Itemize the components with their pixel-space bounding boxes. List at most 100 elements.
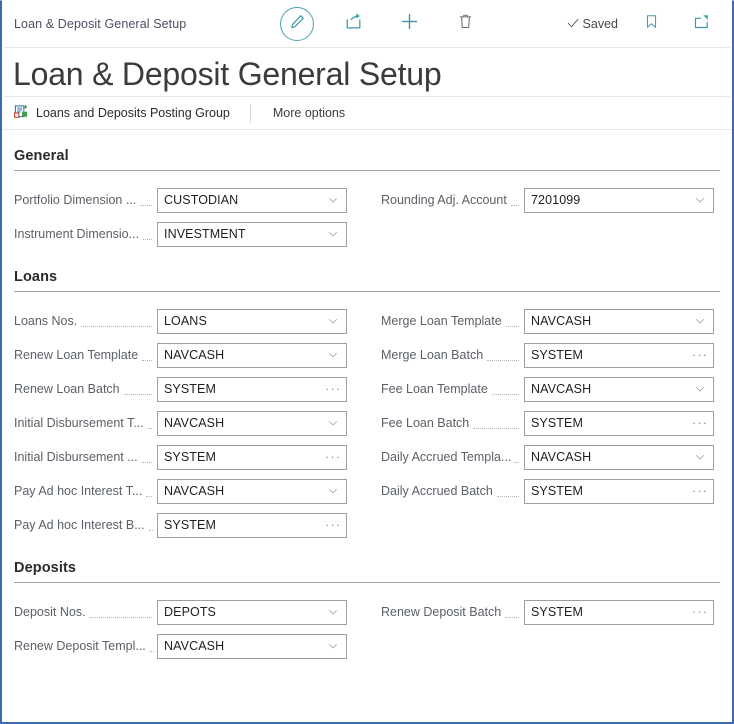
- share-button[interactable]: [336, 7, 370, 41]
- label-leader-dots: [505, 314, 519, 327]
- field-label-initial-disbursement-t: Initial Disbursement T...: [14, 416, 144, 430]
- field-input-merge-loan-template[interactable]: NAVCASH: [524, 308, 714, 334]
- field-input-renew-loan-batch[interactable]: SYSTEM ···: [157, 376, 347, 402]
- field-row: Initial Disbursement T... NAVCASH: [14, 406, 367, 440]
- share-icon: [344, 12, 363, 36]
- label-leader-dots: [147, 416, 152, 429]
- field-label-portfolio-dimension: Portfolio Dimension ...: [14, 193, 137, 207]
- label-leader-dots: [141, 450, 152, 463]
- field-row: Fee Loan Batch SYSTEM ···: [381, 406, 720, 440]
- chevron-down-icon[interactable]: [691, 378, 709, 400]
- field-row: Merge Loan Batch SYSTEM ···: [381, 338, 720, 372]
- bookmark-button[interactable]: [634, 7, 668, 41]
- field-row: Initial Disbursement ... SYSTEM ···: [14, 440, 367, 474]
- actions-ribbon: Loans and Deposits Posting Group More op…: [2, 97, 732, 130]
- assist-edit-ellipsis-icon[interactable]: ···: [691, 344, 709, 366]
- chevron-down-icon[interactable]: [324, 601, 342, 623]
- field-input-merge-loan-batch[interactable]: SYSTEM ···: [524, 342, 714, 368]
- field-label-fee-loan-template: Fee Loan Template: [381, 382, 488, 396]
- field-row: Renew Loan Batch SYSTEM ···: [14, 372, 367, 406]
- chevron-down-icon[interactable]: [324, 344, 342, 366]
- field-label-wrap: Renew Deposit Batch: [381, 605, 524, 619]
- section-general: General Portfolio Dimension ... CUSTODIAN I…: [14, 148, 720, 251]
- chevron-down-icon[interactable]: [324, 412, 342, 434]
- section-title: Deposits: [14, 560, 77, 576]
- assist-edit-ellipsis-icon[interactable]: ···: [324, 514, 342, 536]
- chevron-down-icon[interactable]: [324, 480, 342, 502]
- label-leader-dots: [505, 605, 519, 618]
- field-value: SYSTEM: [531, 348, 583, 362]
- label-leader-dots: [89, 605, 152, 618]
- field-input-pay-ad-hoc-interest-t[interactable]: NAVCASH: [157, 478, 347, 504]
- label-leader-dots: [149, 639, 154, 652]
- field-label-wrap: Daily Accrued Templa...: [381, 450, 524, 464]
- assist-edit-ellipsis-icon[interactable]: ···: [324, 378, 342, 400]
- ellipsis-dots: ···: [325, 517, 341, 532]
- field-label-rounding-adj-account: Rounding Adj. Account: [381, 193, 507, 207]
- field-input-loans-nos[interactable]: LOANS: [157, 308, 347, 334]
- more-options-action[interactable]: More options: [273, 106, 345, 120]
- label-leader-dots: [515, 450, 520, 463]
- field-label-wrap: Renew Loan Template: [14, 348, 157, 362]
- chevron-down-icon[interactable]: [324, 310, 342, 332]
- field-input-renew-loan-template[interactable]: NAVCASH: [157, 342, 347, 368]
- field-input-daily-accrued-templa[interactable]: NAVCASH: [524, 444, 714, 470]
- assist-edit-ellipsis-icon[interactable]: ···: [324, 446, 342, 468]
- field-value: CUSTODIAN: [164, 193, 239, 207]
- chevron-down-icon[interactable]: [324, 189, 342, 211]
- section-fields: Deposit Nos. DEPOTS Renew Deposit Templ...…: [14, 583, 720, 663]
- field-label-wrap: Merge Loan Template: [381, 314, 524, 328]
- field-value: SYSTEM: [531, 416, 583, 430]
- assist-edit-ellipsis-icon[interactable]: ···: [691, 480, 709, 502]
- field-input-daily-accrued-batch[interactable]: SYSTEM ···: [524, 478, 714, 504]
- field-label-fee-loan-batch: Fee Loan Batch: [381, 416, 470, 430]
- bookmark-icon: [644, 13, 659, 35]
- right-column: Merge Loan Template NAVCASH Merge Loan Bat…: [367, 304, 720, 542]
- field-label-wrap: Loans Nos.: [14, 314, 157, 328]
- field-label-wrap: Instrument Dimensio...: [14, 227, 157, 241]
- field-label-wrap: Fee Loan Template: [381, 382, 524, 396]
- field-label-daily-accrued-templa: Daily Accrued Templa...: [381, 450, 512, 464]
- chevron-down-icon[interactable]: [691, 189, 709, 211]
- chevron-down-icon[interactable]: [691, 310, 709, 332]
- pencil-icon: [289, 13, 306, 35]
- label-leader-dots: [496, 484, 519, 497]
- saved-status: Saved: [566, 16, 618, 33]
- breadcrumb: Loan & Deposit General Setup: [14, 17, 187, 31]
- field-label-pay-ad-hoc-interest-b: Pay Ad hoc Interest B...: [14, 518, 145, 532]
- chevron-down-icon[interactable]: [324, 635, 342, 657]
- field-input-instrument-dimensio[interactable]: INVESTMENT: [157, 221, 347, 247]
- field-input-renew-deposit-batch[interactable]: SYSTEM ···: [524, 599, 714, 625]
- ellipsis-dots: ···: [692, 347, 708, 362]
- field-input-fee-loan-batch[interactable]: SYSTEM ···: [524, 410, 714, 436]
- field-label-merge-loan-template: Merge Loan Template: [381, 314, 502, 328]
- assist-edit-ellipsis-icon[interactable]: ···: [691, 412, 709, 434]
- field-input-fee-loan-template[interactable]: NAVCASH: [524, 376, 714, 402]
- field-input-initial-disbursement-t[interactable]: NAVCASH: [157, 410, 347, 436]
- field-label-wrap: Initial Disbursement ...: [14, 450, 157, 464]
- field-label-renew-deposit-batch: Renew Deposit Batch: [381, 605, 502, 619]
- field-label-renew-loan-template: Renew Loan Template: [14, 348, 139, 362]
- plus-icon: [399, 11, 420, 37]
- field-value: NAVCASH: [531, 314, 592, 328]
- assist-edit-ellipsis-icon[interactable]: ···: [691, 601, 709, 623]
- field-input-portfolio-dimension[interactable]: CUSTODIAN: [157, 187, 347, 213]
- chevron-down-icon[interactable]: [691, 446, 709, 468]
- field-input-renew-deposit-templ[interactable]: NAVCASH: [157, 633, 347, 659]
- delete-button[interactable]: [448, 7, 482, 41]
- new-button[interactable]: [392, 7, 426, 41]
- field-value: NAVCASH: [164, 484, 225, 498]
- field-label-initial-disbursement: Initial Disbursement ...: [14, 450, 138, 464]
- field-input-initial-disbursement[interactable]: SYSTEM ···: [157, 444, 347, 470]
- edit-button[interactable]: [280, 7, 314, 41]
- field-input-deposit-nos[interactable]: DEPOTS: [157, 599, 347, 625]
- checkmark-icon: [566, 16, 580, 33]
- field-row: Merge Loan Template NAVCASH: [381, 304, 720, 338]
- field-label-wrap: Renew Loan Batch: [14, 382, 157, 396]
- field-input-rounding-adj-account[interactable]: 7201099: [524, 187, 714, 213]
- open-in-new-window-button[interactable]: [684, 7, 718, 41]
- field-value: NAVCASH: [531, 382, 592, 396]
- loans-and-deposits-posting-group-action[interactable]: Loans and Deposits Posting Group: [14, 104, 230, 122]
- field-input-pay-ad-hoc-interest-b[interactable]: SYSTEM ···: [157, 512, 347, 538]
- chevron-down-icon[interactable]: [324, 223, 342, 245]
